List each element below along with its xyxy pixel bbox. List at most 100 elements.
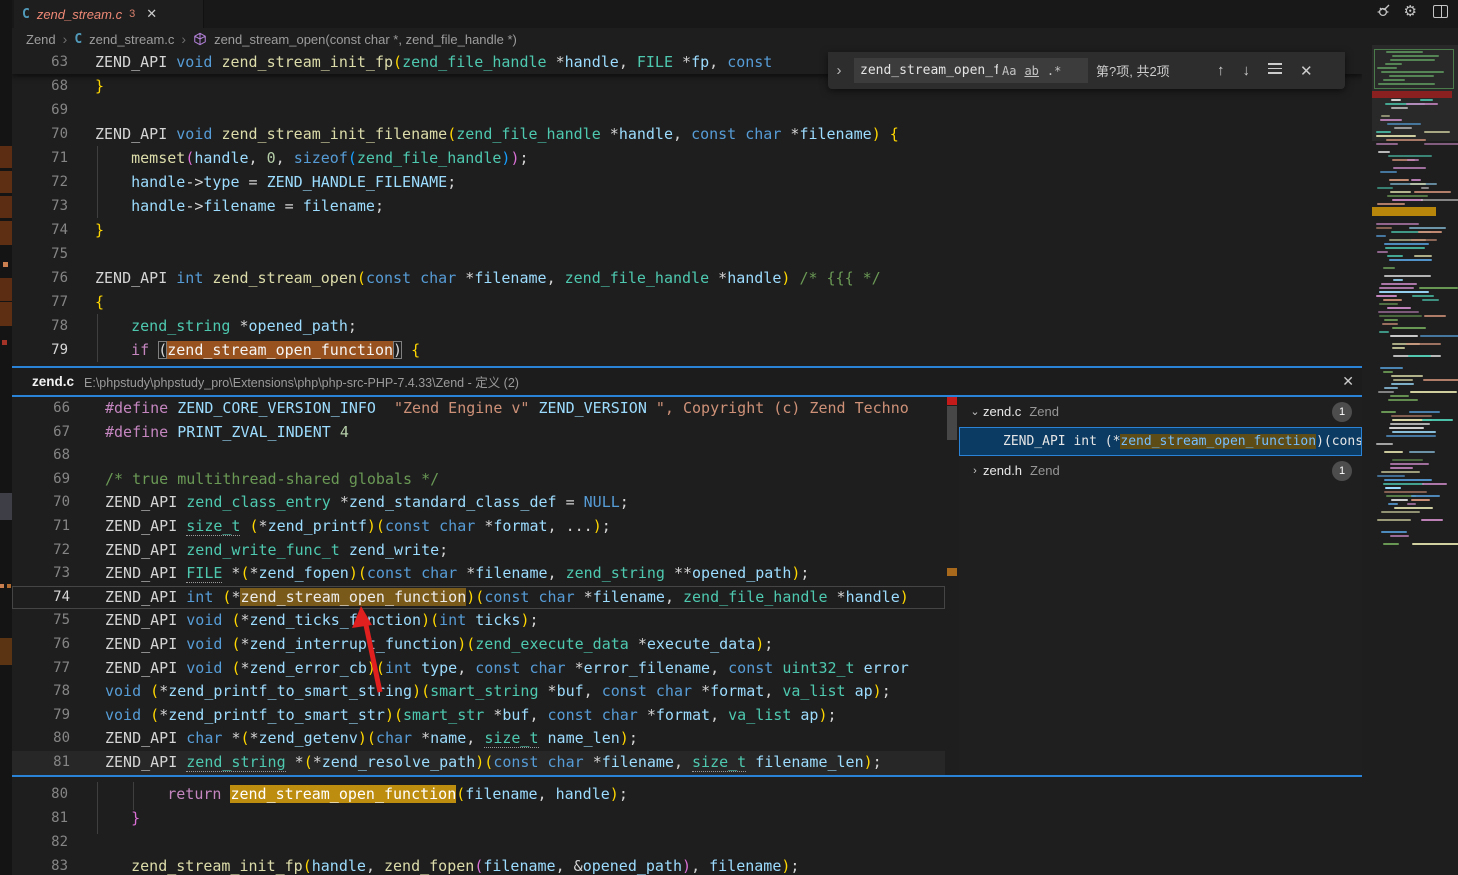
token: const char [484, 588, 583, 606]
token: handle [131, 173, 185, 191]
code-line[interactable]: 72 handle->type = ZEND_HANDLE_FILENAME; [12, 170, 1362, 194]
find-in-selection-icon[interactable] [1263, 58, 1287, 83]
token: ( [348, 149, 357, 167]
minimap-line [1378, 83, 1435, 85]
code-text: memset(handle, 0, sizeof(zend_file_handl… [68, 146, 529, 170]
code-line[interactable]: 79void (*zend_printf_to_smart_str)(smart… [12, 704, 945, 728]
token: format [656, 706, 710, 724]
code-line[interactable]: 75 [12, 242, 1362, 266]
code-line[interactable]: 74} [12, 218, 1362, 242]
code-line[interactable]: 78 zend_string *opened_path; [12, 314, 1362, 338]
code-line[interactable]: 70ZEND_API zend_class_entry *zend_standa… [12, 491, 945, 515]
previous-match-button[interactable]: ↑ [1212, 60, 1230, 81]
editor-main-bottom[interactable]: 80 return zend_stream_open_function(file… [12, 777, 1362, 875]
code-line[interactable]: 83 zend_stream_init_fp(handle, zend_fope… [12, 854, 1362, 875]
peek-editor[interactable]: 66#define ZEND_CORE_VERSION_INFO "Zend E… [12, 397, 945, 775]
tab-problem-badge: 3 [129, 8, 135, 20]
breadcrumb-symbol[interactable]: zend_stream_open(const char *, zend_file… [214, 32, 517, 47]
code-line[interactable]: 69 [12, 98, 1362, 122]
code-line[interactable]: 72ZEND_API zend_write_func_t zend_write; [12, 539, 945, 563]
chevron-right-icon[interactable]: › [967, 465, 983, 477]
minimap-line [1387, 195, 1428, 197]
code-line[interactable]: 82 [12, 830, 1362, 854]
token: * [465, 269, 474, 287]
minimap-line [1391, 383, 1414, 385]
next-match-button[interactable]: ↓ [1238, 60, 1256, 81]
code-line[interactable]: 77{ [12, 290, 1362, 314]
code-line[interactable]: 67#define PRINT_ZVAL_INDENT 4 [12, 421, 945, 445]
code-line[interactable]: 71 memset(handle, 0, sizeof(zend_file_ha… [12, 146, 1362, 170]
code-line[interactable]: 73ZEND_API FILE *(*zend_fopen)(const cha… [12, 562, 945, 586]
token: )( [421, 611, 439, 629]
minimap-line [1381, 411, 1396, 413]
code-text: handle->filename = filename; [68, 194, 384, 218]
code-line[interactable]: 76ZEND_API int zend_stream_open(const ch… [12, 266, 1362, 290]
minimap[interactable] [1372, 45, 1458, 553]
code-line[interactable]: 71ZEND_API size_t (*zend_printf)(const c… [12, 515, 945, 539]
token: * [682, 53, 691, 71]
peek-scrollbar[interactable] [945, 397, 959, 775]
code-text: if (zend_stream_open_function) { [68, 338, 420, 362]
reference-file-row[interactable]: ›zend.hZend1 [959, 456, 1362, 486]
find-input[interactable] [860, 63, 998, 78]
code-line[interactable]: 66#define ZEND_CORE_VERSION_INFO "Zend E… [12, 397, 945, 421]
code-line[interactable]: 79 if (zend_stream_open_function) { [12, 338, 1362, 362]
gear-icon[interactable]: ⚙ [1404, 4, 1417, 19]
indent-guide [133, 782, 134, 810]
token: * [240, 317, 249, 335]
split-editor-icon[interactable] [1433, 5, 1448, 18]
regex-icon[interactable]: .* [1043, 63, 1065, 79]
run-debug-icon[interactable]: ⌄ [1376, 3, 1388, 19]
whole-word-icon[interactable]: ab [1020, 63, 1042, 79]
token: zend_stream_open_function [240, 588, 466, 606]
tab-close-icon[interactable]: ✕ [146, 6, 157, 22]
code-line[interactable]: 81ZEND_API zend_string *(*zend_resolve_p… [12, 751, 945, 775]
code-line[interactable]: 78void (*zend_printf_to_smart_string)(sm… [12, 680, 945, 704]
minimap-line [1390, 535, 1409, 537]
token: ) [610, 785, 619, 803]
code-line[interactable]: 77ZEND_API void (*zend_error_cb)(int typ… [12, 657, 945, 681]
minimap-line [1380, 119, 1402, 121]
chevron-down-icon[interactable]: ⌄ [967, 405, 983, 418]
token: format [710, 682, 764, 700]
token: )( [412, 682, 430, 700]
code-line[interactable]: 75ZEND_API void (*zend_ticks_function)(i… [12, 609, 945, 633]
token: zend_printf_to_smart_string [168, 682, 412, 700]
toggle-replace-icon[interactable]: › [832, 62, 846, 79]
token: handle [619, 125, 673, 143]
code-line[interactable]: 68 [12, 444, 945, 468]
token: zend_standard_class_def [349, 493, 557, 511]
code-line[interactable]: 70ZEND_API void zend_stream_init_filenam… [12, 122, 1362, 146]
code-line[interactable]: 80 return zend_stream_open_function(file… [12, 782, 1362, 806]
token: void [176, 125, 221, 143]
token: ZEND_HANDLE_FILENAME [267, 173, 448, 191]
code-line[interactable]: 69/* true multithread-shared globals */ [12, 468, 945, 492]
minimap-line [1377, 67, 1397, 69]
reference-file-row[interactable]: ⌄zend.cZend1 [959, 397, 1362, 427]
line-number: 68 [12, 444, 70, 468]
minimap-line [1384, 275, 1432, 277]
code-text: ZEND_API void (*zend_ticks_function)(int… [70, 609, 539, 633]
breadcrumb-file[interactable]: zend_stream.c [89, 32, 174, 47]
code-line[interactable]: 81 } [12, 806, 1362, 830]
token: )( [349, 564, 367, 582]
indent-guide [97, 146, 98, 218]
minimap-line [1376, 135, 1416, 137]
code-line[interactable]: 74ZEND_API int (*zend_stream_open_functi… [12, 586, 945, 610]
scrollbar-slider[interactable] [947, 406, 957, 440]
match-case-icon[interactable]: Aa [998, 63, 1020, 79]
minimap-line [1383, 79, 1405, 81]
tab-zend-stream[interactable]: C zend_stream.c 3 ✕ [14, 0, 204, 28]
minimap-line [1381, 471, 1420, 473]
code-line[interactable]: 80ZEND_API char *(*zend_getenv)(char *na… [12, 727, 945, 751]
close-peek-icon[interactable]: ✕ [1342, 373, 1354, 390]
token: const char [602, 682, 701, 700]
breadcrumb-folder[interactable]: Zend [26, 32, 56, 47]
code-line[interactable]: 76ZEND_API void (*zend_interrupt_functio… [12, 633, 945, 657]
minimap-line [1376, 227, 1392, 229]
close-find-icon[interactable]: ✕ [1295, 60, 1318, 82]
token: name_len [548, 729, 620, 747]
editor-main-top[interactable]: 63ZEND_API void zend_stream_init_fp(zend… [12, 50, 1362, 366]
reference-match-row[interactable]: ZEND_API int (*zend_stream_open_function… [959, 427, 1362, 457]
code-line[interactable]: 73 handle->filename = filename; [12, 194, 1362, 218]
